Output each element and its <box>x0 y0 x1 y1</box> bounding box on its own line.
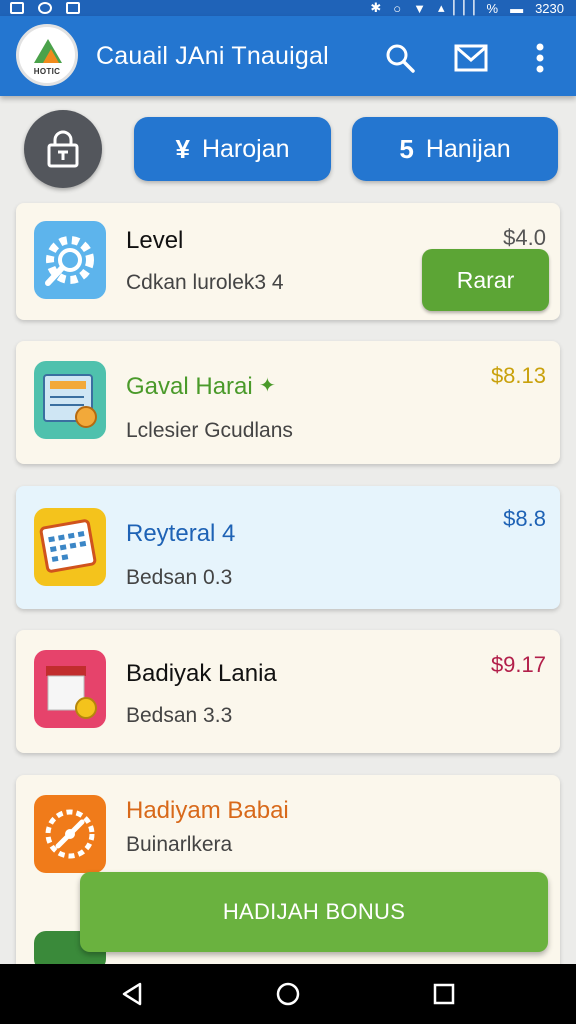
item-subtitle: Lclesier Gcudlans <box>126 419 293 442</box>
bluetooth-icon: ✱ <box>370 0 382 15</box>
more-vert-icon[interactable] <box>520 38 560 78</box>
battery-icon: ▬ <box>510 0 524 16</box>
app-title: Cauail JAni Tnauigal <box>96 42 329 70</box>
item-subtitle: Bedsan 3.3 <box>126 704 233 727</box>
item-price: $4.0 <box>503 225 546 250</box>
item-subtitle: Cdkan lurolek3 4 <box>126 271 284 294</box>
alarm-icon: ○ <box>393 0 402 16</box>
lock-button[interactable] <box>24 110 102 188</box>
list-item[interactable]: Gaval Harai ✦ Lclesier Gcudlans $8.13 <box>16 341 560 464</box>
item-price: $8.8 <box>503 506 546 531</box>
search-icon[interactable] <box>380 38 420 78</box>
document-icon <box>34 361 106 439</box>
notification-icon <box>10 2 24 14</box>
clock: 3230 <box>535 0 564 16</box>
recent-apps-icon[interactable] <box>428 978 460 1010</box>
bonus-button[interactable]: HADIJAH BONUS <box>80 872 548 952</box>
wifi-icon: ▼ <box>413 0 426 16</box>
battery-percent: % <box>486 0 499 16</box>
rarar-button[interactable]: Rarar <box>422 249 549 311</box>
notification-icon <box>38 2 52 14</box>
harojan-label: Harojan <box>201 134 290 163</box>
app-logo[interactable]: HOTIC <box>16 24 78 86</box>
back-icon[interactable] <box>116 978 148 1010</box>
navigation-bar <box>0 964 576 1024</box>
shopping-bag-icon <box>34 650 106 728</box>
item-title: Reyteral 4 <box>126 520 236 547</box>
item-title: Badiyak Lania <box>126 660 277 687</box>
tool-icon: ¥ <box>175 133 190 164</box>
item-subtitle: Buinarlkera <box>126 833 233 856</box>
hanijan-label: Hanijan <box>425 134 511 163</box>
hanijan-button[interactable]: 5 Hanijan <box>352 117 558 181</box>
mail-icon[interactable] <box>451 38 491 78</box>
item-price: $8.13 <box>490 363 546 388</box>
compass-icon <box>34 795 106 873</box>
logo-text: HOTIC <box>33 67 61 76</box>
sparkle-icon: ✦ <box>259 375 276 397</box>
status-bar: ✱ ○ ▼ ▴▕▕▕ % ▬ 3230 <box>0 0 576 16</box>
html5-icon: 5 <box>399 133 414 164</box>
home-icon[interactable] <box>272 978 304 1010</box>
list-item[interactable]: Level Cdkan lurolek3 4 $4.0 Rarar <box>16 203 560 320</box>
item-title: Hadiyam Babai <box>126 797 289 824</box>
notification-icon <box>66 2 80 14</box>
item-title: Level <box>126 227 184 254</box>
harojan-button[interactable]: ¥ Harojan <box>134 117 331 181</box>
item-price: $9.17 <box>490 652 546 677</box>
signal-icon: ▴▕▕▕ <box>437 0 475 15</box>
list-item[interactable]: Badiyak Lania Bedsan 3.3 $9.17 <box>16 630 560 753</box>
gear-icon <box>34 221 106 299</box>
item-subtitle: Bedsan 0.3 <box>126 566 233 589</box>
app-bar: HOTIC Cauail JAni Tnauigal <box>0 16 576 96</box>
calendar-icon <box>34 508 106 586</box>
lock-icon <box>47 130 79 168</box>
item-title: Gaval Harai <box>126 373 253 400</box>
list-item[interactable]: Reyteral 4 Bedsan 0.3 $8.8 <box>16 486 560 609</box>
